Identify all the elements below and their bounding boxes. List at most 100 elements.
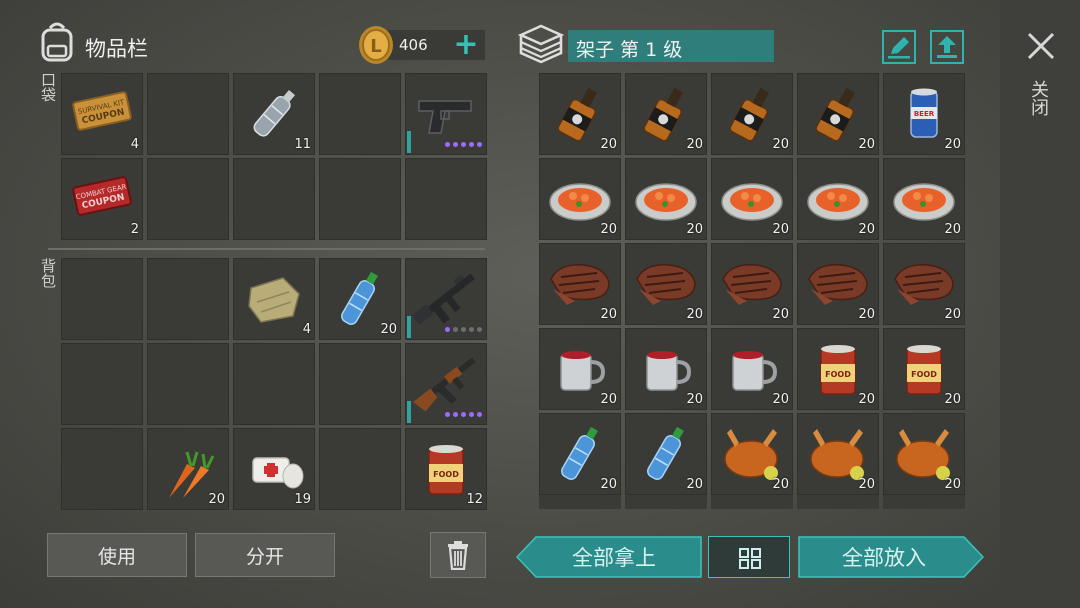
- backpack-slot[interactable]: [405, 258, 487, 340]
- pocket-slot[interactable]: 11: [233, 73, 315, 155]
- storage-slot[interactable]: 20: [625, 328, 707, 410]
- put-all-button[interactable]: 全部放入: [798, 536, 984, 578]
- storage-slot[interactable]: 20: [711, 413, 793, 495]
- pocket-slot[interactable]: [147, 158, 229, 240]
- backpack-slot[interactable]: [61, 428, 143, 510]
- backpack-slot[interactable]: [147, 258, 229, 340]
- item-count: 11: [294, 137, 311, 152]
- storage-slot[interactable]: 20: [883, 158, 965, 240]
- backpack-slot[interactable]: 20: [319, 258, 401, 340]
- coin-icon: L: [357, 25, 395, 65]
- backpack-slot[interactable]: [405, 343, 487, 425]
- storage-slot[interactable]: 20: [797, 158, 879, 240]
- storage-slot[interactable]: 20: [625, 158, 707, 240]
- rarity-dots: [445, 142, 482, 147]
- backpack-slot[interactable]: 4: [233, 258, 315, 340]
- storage-slot[interactable]: 20: [711, 158, 793, 240]
- section-divider: [48, 248, 485, 250]
- item-count: 20: [858, 307, 875, 322]
- storage-slot[interactable]: 20: [539, 243, 621, 325]
- item-count: 20: [772, 392, 789, 407]
- storage-slot-partial[interactable]: [883, 495, 965, 509]
- item-count: 20: [944, 392, 961, 407]
- pocket-slot[interactable]: COMBAT GEAR COUPON 2: [61, 158, 143, 240]
- storage-slot[interactable]: 20: [711, 73, 793, 155]
- item-count: 20: [772, 222, 789, 237]
- item-count: 2: [130, 222, 139, 237]
- pocket-slot[interactable]: [147, 73, 229, 155]
- backpack-slot[interactable]: [61, 258, 143, 340]
- storage-slot[interactable]: FOOD 20: [883, 328, 965, 410]
- item-count: 20: [772, 307, 789, 322]
- storage-slot[interactable]: 20: [797, 73, 879, 155]
- backpack-slot[interactable]: [61, 343, 143, 425]
- storage-slot[interactable]: 20: [797, 413, 879, 495]
- item-count: 20: [772, 137, 789, 152]
- close-label[interactable]: 关闭: [1028, 80, 1051, 116]
- inventory-title: 物品栏: [85, 37, 148, 61]
- storage-slot[interactable]: FOOD 20: [797, 328, 879, 410]
- storage-slot[interactable]: 20: [625, 243, 707, 325]
- split-button[interactable]: 分开: [195, 533, 335, 577]
- edit-icon: [888, 37, 910, 59]
- storage-slot[interactable]: 20: [883, 243, 965, 325]
- item-count: 20: [858, 137, 875, 152]
- storage-slot[interactable]: 20: [539, 158, 621, 240]
- backpack-slot[interactable]: [319, 428, 401, 510]
- pocket-slot[interactable]: SURVIVAL KIT COUPON 4: [61, 73, 143, 155]
- take-all-label: 全部拿上: [572, 546, 656, 570]
- durability-bar: [407, 316, 411, 338]
- storage-slot-partial[interactable]: [625, 495, 707, 509]
- storage-slot[interactable]: 20: [797, 243, 879, 325]
- item-count: 20: [772, 477, 789, 492]
- item-count: 20: [600, 392, 617, 407]
- sort-button[interactable]: [708, 536, 790, 578]
- backpack-slot[interactable]: 20: [147, 428, 229, 510]
- backpack-slot[interactable]: [147, 343, 229, 425]
- item-count: 20: [858, 392, 875, 407]
- backpack-slot[interactable]: [233, 343, 315, 425]
- use-button[interactable]: 使用: [47, 533, 187, 577]
- pocket-slot[interactable]: [319, 158, 401, 240]
- item-count: 20: [944, 477, 961, 492]
- item-count: 20: [686, 222, 703, 237]
- close-icon: [1027, 32, 1055, 60]
- item-count: 20: [600, 222, 617, 237]
- backpack-slot[interactable]: FOOD 12: [405, 428, 487, 510]
- svg-text:BEER: BEER: [914, 110, 935, 118]
- svg-text:FOOD: FOOD: [433, 470, 459, 479]
- coin-count: 406: [399, 36, 428, 54]
- close-button[interactable]: [1022, 27, 1060, 65]
- pocket-slot[interactable]: [405, 73, 487, 155]
- storage-slot[interactable]: 20: [625, 73, 707, 155]
- storage-slot-partial[interactable]: [539, 495, 621, 509]
- take-all-button[interactable]: 全部拿上: [516, 536, 702, 578]
- storage-box-icon: [517, 23, 565, 65]
- backpack-slot[interactable]: 19: [233, 428, 315, 510]
- pocket-slot[interactable]: [405, 158, 487, 240]
- add-coins-button[interactable]: +: [452, 30, 480, 60]
- rarity-dots: [445, 412, 482, 417]
- storage-slot[interactable]: 20: [711, 328, 793, 410]
- storage-slot-partial[interactable]: [711, 495, 793, 509]
- storage-slot[interactable]: 20: [625, 413, 707, 495]
- backpack-slot[interactable]: [319, 343, 401, 425]
- pockets-label: 口袋: [39, 72, 57, 102]
- item-count: 20: [686, 477, 703, 492]
- storage-slot[interactable]: 20: [711, 243, 793, 325]
- item-count: 20: [686, 392, 703, 407]
- item-count: 20: [600, 307, 617, 322]
- storage-slot-partial[interactable]: [797, 495, 879, 509]
- rename-button[interactable]: [882, 30, 916, 64]
- pocket-slot[interactable]: [319, 73, 401, 155]
- grid-sort-icon: [739, 548, 761, 569]
- storage-slot[interactable]: 20: [883, 413, 965, 495]
- item-count: 20: [858, 477, 875, 492]
- upload-button[interactable]: [930, 30, 964, 64]
- storage-slot[interactable]: BEER 20: [883, 73, 965, 155]
- storage-slot[interactable]: 20: [539, 328, 621, 410]
- trash-button[interactable]: [430, 532, 486, 578]
- pocket-slot[interactable]: [233, 158, 315, 240]
- storage-slot[interactable]: 20: [539, 73, 621, 155]
- storage-slot[interactable]: 20: [539, 413, 621, 495]
